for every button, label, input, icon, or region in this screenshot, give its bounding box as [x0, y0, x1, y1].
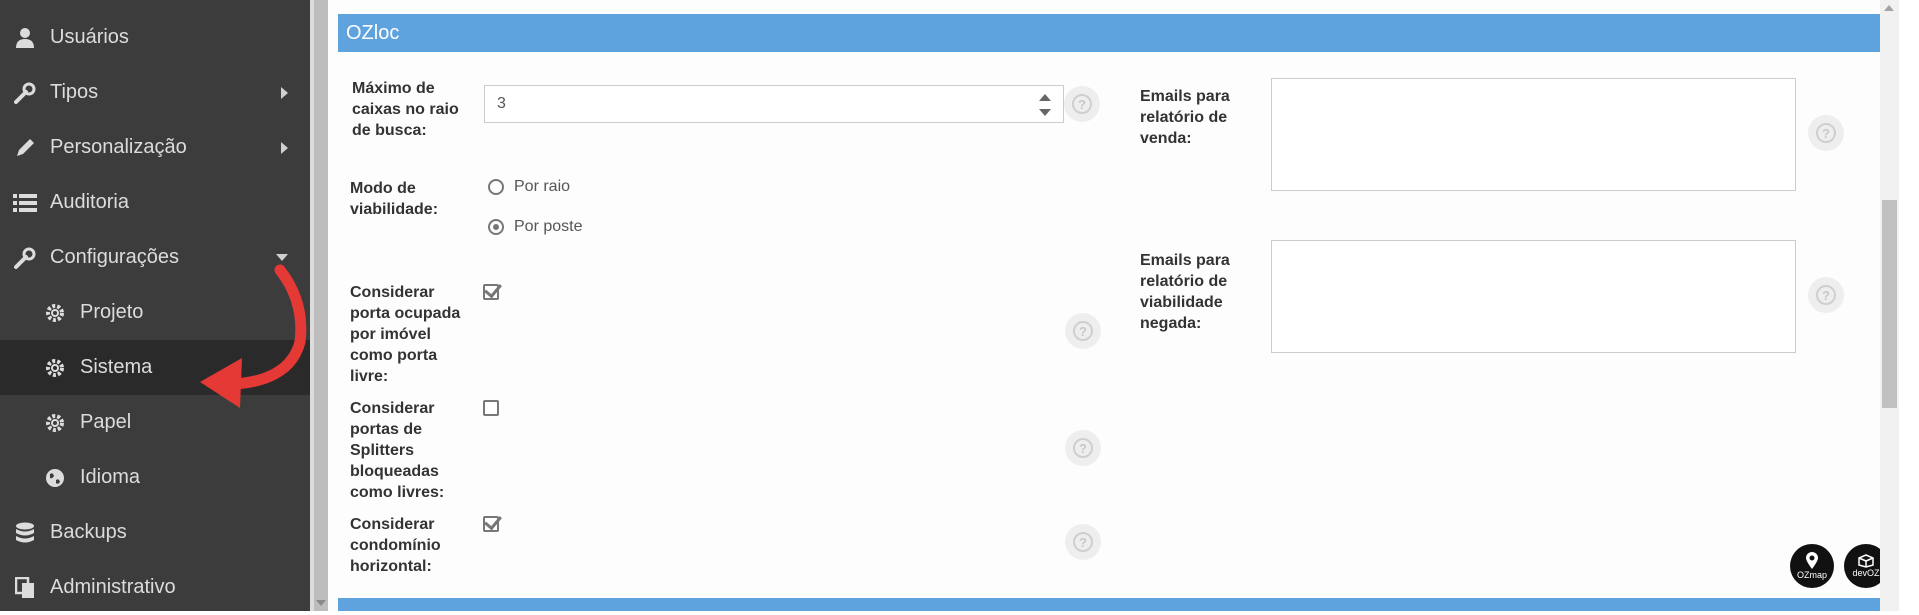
- wrench-icon: [12, 245, 38, 271]
- help-icon[interactable]: ?: [1065, 524, 1101, 560]
- max-boxes-value: 3: [497, 95, 506, 112]
- globe-icon: [42, 465, 68, 491]
- box-icon: [1858, 554, 1874, 568]
- badge-label: devOZ: [1852, 568, 1880, 578]
- scroll-up-icon[interactable]: [1884, 5, 1894, 11]
- sidebar-item-label: Configurações: [50, 246, 179, 268]
- user-icon: [12, 25, 38, 51]
- wrench-icon: [12, 80, 38, 106]
- sidebar-item-backups[interactable]: Backups: [0, 505, 310, 560]
- sidebar-item-tipos[interactable]: Tipos: [0, 65, 310, 120]
- condo-label: Considerar condomínio horizontal:: [350, 516, 441, 575]
- help-icon[interactable]: ?: [1808, 115, 1844, 151]
- help-icon[interactable]: ?: [1065, 313, 1101, 349]
- viability-mode-label: Modo de viabilidade:: [350, 180, 439, 218]
- denied-emails-label: Emails para relatório de viabilidade neg…: [1140, 252, 1230, 332]
- sidebar-item-configuracoes[interactable]: Configurações: [0, 230, 310, 285]
- sidebar-item-label: Sistema: [80, 356, 153, 378]
- gear-icon: [42, 410, 68, 436]
- sidebar-item-sistema[interactable]: Sistema: [0, 340, 310, 395]
- sidebar-item-label: Personalização: [50, 136, 187, 158]
- page-scrollbar[interactable]: [1880, 0, 1899, 611]
- copy-icon: [12, 575, 38, 601]
- splitter-checkbox[interactable]: [483, 400, 499, 416]
- ozmap-badge[interactable]: OZmap: [1790, 544, 1834, 588]
- max-boxes-input[interactable]: 3: [484, 85, 1064, 123]
- stepper-icon[interactable]: [1039, 94, 1051, 116]
- sales-emails-textarea[interactable]: [1271, 78, 1796, 191]
- scroll-down-icon[interactable]: [316, 600, 326, 606]
- sidebar-item-usuarios[interactable]: Usuários: [0, 10, 310, 65]
- help-icon[interactable]: ?: [1065, 430, 1101, 466]
- splitter-label: Considerar portas de Splitters bloqueada…: [350, 400, 445, 501]
- chevron-right-icon: [281, 141, 288, 154]
- sidebar-item-idioma[interactable]: Idioma: [0, 450, 310, 505]
- sidebar: Usuários Tipos Personalização Auditoria …: [0, 0, 310, 611]
- gear-icon: [42, 300, 68, 326]
- occupied-port-label: Considerar porta ocupada por imóvel como…: [350, 284, 461, 385]
- denied-emails-textarea[interactable]: [1271, 240, 1796, 353]
- help-icon[interactable]: ?: [1808, 277, 1844, 313]
- radio-por-poste[interactable]: [488, 219, 504, 235]
- condo-checkbox[interactable]: [483, 516, 499, 532]
- gear-icon: [42, 355, 68, 381]
- sidebar-item-personalizacao[interactable]: Personalização: [0, 120, 310, 175]
- max-boxes-label: Máximo de caixas no raio de busca:: [352, 80, 459, 139]
- next-section-header: [338, 598, 1894, 611]
- sidebar-item-projeto[interactable]: Projeto: [0, 285, 310, 340]
- radio-label: Por raio: [514, 178, 571, 195]
- content-scrollbar[interactable]: [314, 0, 328, 611]
- main-content: OZloc Máximo de caixas no raio de busca:…: [328, 0, 1899, 611]
- radio-label: Por poste: [514, 218, 583, 235]
- chevron-down-icon: [276, 254, 288, 261]
- sidebar-item-administrativo[interactable]: Administrativo: [0, 560, 310, 615]
- radio-por-raio[interactable]: [488, 179, 504, 195]
- database-icon: [12, 520, 38, 546]
- sales-emails-label: Emails para relatório de venda:: [1140, 88, 1230, 147]
- sidebar-item-label: Papel: [80, 411, 132, 433]
- occupied-port-checkbox[interactable]: [483, 284, 499, 300]
- chevron-right-icon: [281, 86, 288, 99]
- sidebar-item-label: Backups: [50, 521, 127, 543]
- badge-label: OZmap: [1796, 570, 1827, 580]
- sidebar-item-papel[interactable]: Papel: [0, 395, 310, 450]
- sidebar-item-label: Administrativo: [50, 576, 176, 598]
- section-header: OZloc: [338, 14, 1894, 52]
- list-icon: [12, 190, 38, 216]
- sidebar-item-auditoria[interactable]: Auditoria: [0, 175, 310, 230]
- section-title: OZloc: [346, 21, 400, 44]
- scrollbar-thumb[interactable]: [1882, 200, 1897, 408]
- sidebar-item-label: Usuários: [50, 26, 129, 48]
- sidebar-item-label: Projeto: [80, 301, 144, 323]
- help-icon[interactable]: ?: [1064, 86, 1100, 122]
- sidebar-item-label: Auditoria: [50, 191, 129, 213]
- map-pin-icon: [1806, 552, 1818, 569]
- sidebar-item-label: Idioma: [80, 466, 141, 488]
- sidebar-item-label: Tipos: [50, 81, 99, 103]
- pencil-icon: [12, 135, 38, 161]
